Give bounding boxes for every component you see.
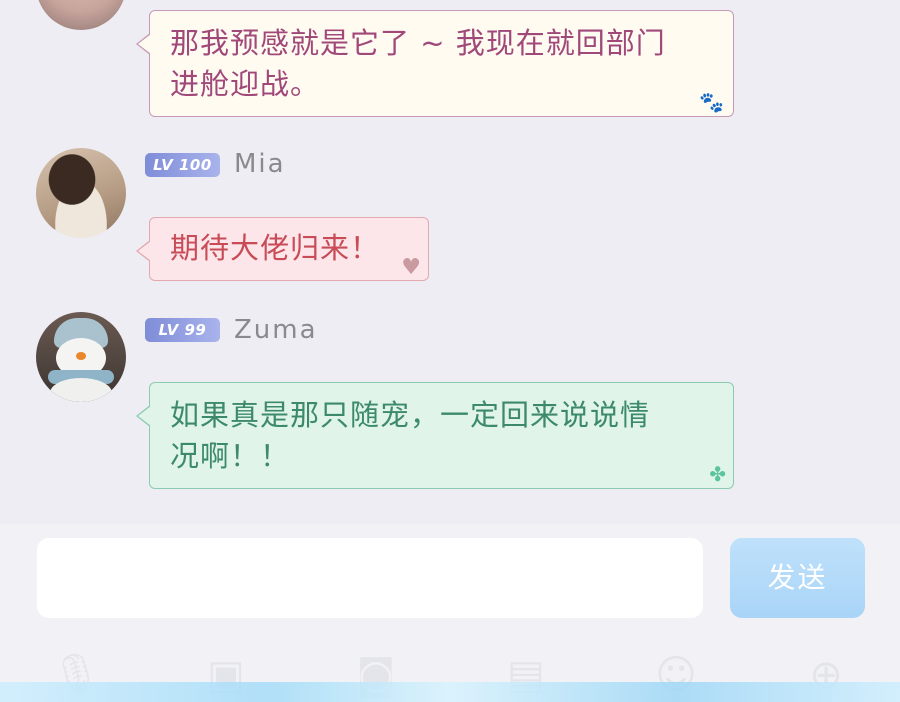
username: Zuma — [234, 315, 318, 345]
message-line: 进舱迎战。 — [170, 67, 321, 101]
message-line: 如果真是那只随宠，一定回来说说情 — [170, 398, 651, 432]
message-line: 期待大佬归来！ — [170, 231, 381, 265]
snowman-body — [50, 378, 112, 402]
clover-icon: ✤ — [709, 462, 727, 486]
message-line: 况啊！！ — [170, 439, 291, 473]
chat-message-list: 那我预感就是它了 ~ 我现在就回部门 进舱迎战。 🐾 LV 100 Mia 期待… — [0, 0, 900, 520]
toolbar-glow — [0, 682, 900, 702]
composer-bar: 发送 🎙 ▣ ◙ ▤ ☺ ⊕ — [0, 524, 900, 702]
paw-icon: 🐾 — [699, 90, 725, 114]
message-bubble[interactable]: 那我预感就是它了 ~ 我现在就回部门 进舱迎战。 🐾 — [136, 10, 734, 117]
level-badge: LV 99 — [145, 318, 220, 342]
snowman-nose — [76, 352, 86, 360]
message-bubble[interactable]: 期待大佬归来！ ♥ — [136, 217, 429, 281]
avatar[interactable] — [36, 148, 126, 238]
message-line: 那我预感就是它了 ~ 我现在就回部门 — [170, 26, 666, 60]
username: Mia — [234, 149, 286, 179]
avatar[interactable] — [36, 0, 126, 30]
heart-icon: ♥ — [401, 255, 422, 280]
level-badge: LV 100 — [145, 153, 220, 177]
avatar[interactable] — [36, 312, 126, 402]
send-button[interactable]: 发送 — [730, 538, 865, 618]
message-bubble[interactable]: 如果真是那只随宠，一定回来说说情 况啊！！ ✤ — [136, 382, 734, 489]
message-input[interactable] — [37, 538, 703, 618]
